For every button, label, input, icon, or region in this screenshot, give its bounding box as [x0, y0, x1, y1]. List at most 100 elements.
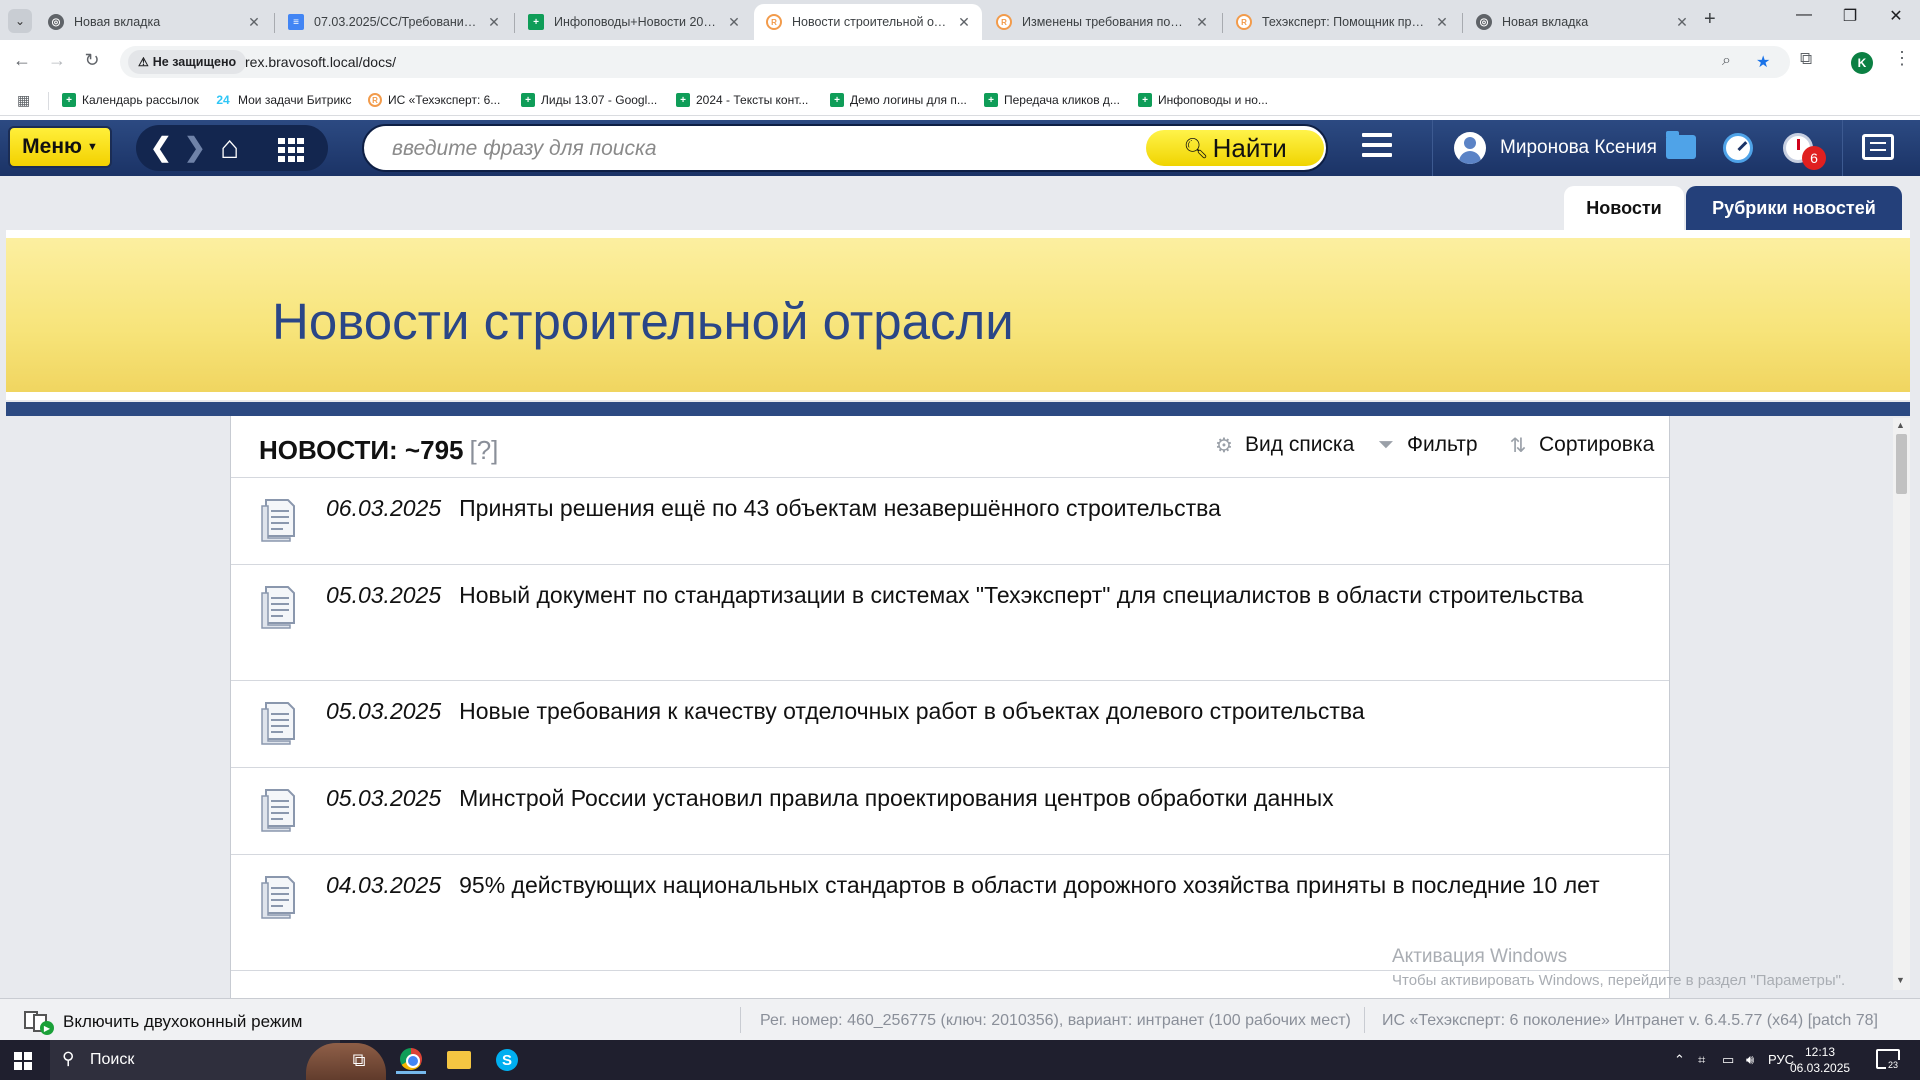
close-icon[interactable]: ✕ [486, 14, 502, 31]
forward-arrow-icon[interactable]: ❯ [184, 132, 206, 163]
apps-grid-icon[interactable]: ▦ [17, 92, 30, 109]
document-icon [261, 789, 295, 832]
tray-chevron-icon[interactable]: ⌃ [1674, 1052, 1685, 1068]
bookmark-item[interactable]: + Инфоповоды и но... [1138, 91, 1268, 109]
new-tab-button[interactable]: + [1704, 8, 1716, 31]
bookmark-item[interactable]: R ИС «Техэксперт: 6... [368, 91, 500, 109]
news-item[interactable]: 05.03.2025 Новый документ по стандартизац… [231, 565, 1669, 681]
network-icon[interactable]: ⌗ [1698, 1052, 1705, 1068]
close-icon[interactable]: ✕ [956, 14, 972, 31]
chat-icon[interactable] [1862, 134, 1894, 160]
windows-start-icon[interactable] [14, 1052, 32, 1070]
news-title[interactable]: Минстрой России установил правила проект… [459, 785, 1334, 811]
browser-tab[interactable]: + Инфоповоды+Новости 2025 -... ✕ [516, 4, 752, 40]
view-mode-button[interactable]: ⚙ Вид списка [1213, 433, 1354, 457]
registration-info: Рег. номер: 460_256775 (ключ: 2010356), … [760, 1012, 1351, 1029]
bookmark-item[interactable]: + Демо логины для п... [830, 91, 967, 109]
dual-window-toggle[interactable]: Включить двухоконный режим [63, 1012, 302, 1032]
tab-rubrics[interactable]: Рубрики новостей [1686, 186, 1902, 230]
bookmark-star-icon[interactable]: ★ [1756, 52, 1770, 72]
sort-button[interactable]: ⇅ Сортировка [1507, 433, 1655, 457]
security-chip[interactable]: ⚠ Не защищено [128, 50, 247, 74]
address-bar[interactable]: ⚠ Не защищено rex.bravosoft.local/docs/ … [120, 46, 1790, 78]
chrome-app[interactable] [396, 1046, 426, 1074]
help-link[interactable]: [?] [470, 435, 499, 465]
history-clock-icon[interactable] [1723, 133, 1753, 163]
scrollbar-thumb[interactable] [1896, 434, 1907, 494]
news-title[interactable]: Новый документ по стандартизации в систе… [459, 582, 1583, 608]
browser-tab[interactable]: R Техэксперт: Помощник проек... ✕ [1224, 4, 1460, 40]
caret-down-icon: ▼ [86, 141, 98, 153]
news-date: 05.03.2025 [326, 698, 442, 724]
bookmark-item[interactable]: 24 Мои задачи Битрикс [214, 91, 351, 109]
search-icon: ⚲ [62, 1049, 75, 1068]
file-explorer-app[interactable] [444, 1046, 474, 1074]
folder-icon[interactable] [1666, 131, 1696, 159]
scroll-up-icon[interactable]: ▲ [1896, 420, 1905, 430]
taskbar-search[interactable]: ⚲ Поиск [50, 1040, 386, 1080]
bookmark-item[interactable]: + Передача кликов д... [984, 91, 1120, 109]
browser-tab[interactable]: ≡ 07.03.2025/СС/Требования по... ✕ [276, 4, 512, 40]
bookmark-item[interactable]: + Календарь рассылок [62, 91, 199, 109]
news-date: 04.03.2025 [326, 872, 442, 898]
scrollbar[interactable] [1893, 418, 1910, 990]
volume-icon[interactable]: 🔊︎ [1746, 1052, 1754, 1068]
close-icon[interactable]: ✕ [246, 14, 262, 31]
tab-search-button[interactable]: ⌄ [8, 9, 32, 33]
back-arrow-icon[interactable]: ❮ [150, 132, 172, 163]
url-text[interactable]: rex.bravosoft.local/docs/ [245, 54, 396, 70]
tab-title: Новости строительной отрасл... [792, 15, 950, 29]
grid-icon[interactable] [278, 138, 304, 162]
bookmark-item[interactable]: + Лиды 13.07 - Googl... [521, 91, 657, 109]
back-icon[interactable]: ← [10, 50, 34, 71]
zoom-icon[interactable]: ⌕ [1722, 52, 1731, 70]
find-button[interactable]: 🔍︎ Найти [1146, 130, 1324, 166]
minimize-button[interactable]: — [1782, 6, 1826, 24]
hamburger-menu-icon[interactable] [1362, 133, 1392, 161]
home-icon[interactable]: ⌂ [220, 129, 239, 166]
news-item[interactable]: 05.03.2025 Минстрой России установил прав… [231, 768, 1669, 855]
news-title[interactable]: Новые требования к качеству отделочных р… [459, 698, 1365, 724]
tab-title: Изменены требования пожар... [1022, 15, 1188, 29]
browser-menu-icon[interactable]: ⋮ [1893, 48, 1911, 69]
system-clock[interactable]: 12:13 06.03.2025 [1790, 1044, 1850, 1076]
skype-app[interactable]: S [492, 1046, 522, 1074]
close-icon[interactable]: ✕ [1194, 14, 1210, 31]
browser-tab-active[interactable]: R Новости строительной отрасл... ✕ [754, 4, 982, 40]
close-window-button[interactable]: ✕ [1874, 6, 1918, 26]
news-item[interactable]: 06.03.2025 Приняты решения ещё по 43 объе… [231, 478, 1669, 565]
news-list: 06.03.2025 Приняты решения ещё по 43 объе… [231, 478, 1669, 971]
news-title[interactable]: 95% действующих национальных стандартов … [459, 872, 1600, 898]
user-icon[interactable] [1454, 132, 1486, 164]
close-icon[interactable]: ✕ [1674, 14, 1690, 31]
battery-icon[interactable]: ▭ [1722, 1052, 1734, 1068]
close-icon[interactable]: ✕ [726, 14, 742, 31]
forward-icon[interactable]: → [45, 50, 69, 71]
browser-tab[interactable]: ◎ Новая вкладка ✕ [36, 4, 272, 40]
restore-button[interactable]: ❐ [1828, 6, 1872, 26]
search-input[interactable] [392, 137, 1132, 161]
filter-button[interactable]: ⏷ Фильтр [1375, 433, 1478, 457]
globe-icon: ◎ [48, 14, 64, 30]
news-date: 05.03.2025 [326, 785, 442, 811]
bookmark-item[interactable]: +2024 - Тексты конт... [676, 91, 808, 109]
menu-button[interactable]: Меню ▼ [8, 126, 112, 168]
scroll-down-icon[interactable]: ▼ [1896, 975, 1905, 985]
profile-avatar[interactable]: K [1851, 52, 1873, 74]
reload-icon[interactable]: ↻ [80, 50, 104, 71]
close-icon[interactable]: ✕ [1434, 14, 1450, 31]
browser-tab[interactable]: ◎ Новая вкладка ✕ [1464, 4, 1700, 40]
news-item[interactable]: 05.03.2025 Новые требования к качеству от… [231, 681, 1669, 768]
extensions-icon[interactable]: ⧉ [1800, 49, 1812, 69]
sort-icon: ⇅ [1509, 434, 1527, 457]
task-view-icon[interactable]: ⧉ [344, 1046, 374, 1074]
tab-news[interactable]: Новости [1564, 186, 1684, 230]
user-name[interactable]: Миронова Ксения [1500, 137, 1657, 159]
dual-window-icon[interactable]: ▶ [24, 1011, 54, 1035]
sheets-icon: + [521, 93, 535, 107]
search-box: 🔍︎ Найти [362, 124, 1328, 172]
news-title[interactable]: Приняты решения ещё по 43 объектам незав… [459, 495, 1221, 521]
tab-title: Новая вкладка [74, 15, 161, 29]
browser-tab[interactable]: R Изменены требования пожар... ✕ [984, 4, 1220, 40]
tab-title: Новая вкладка [1502, 15, 1589, 29]
